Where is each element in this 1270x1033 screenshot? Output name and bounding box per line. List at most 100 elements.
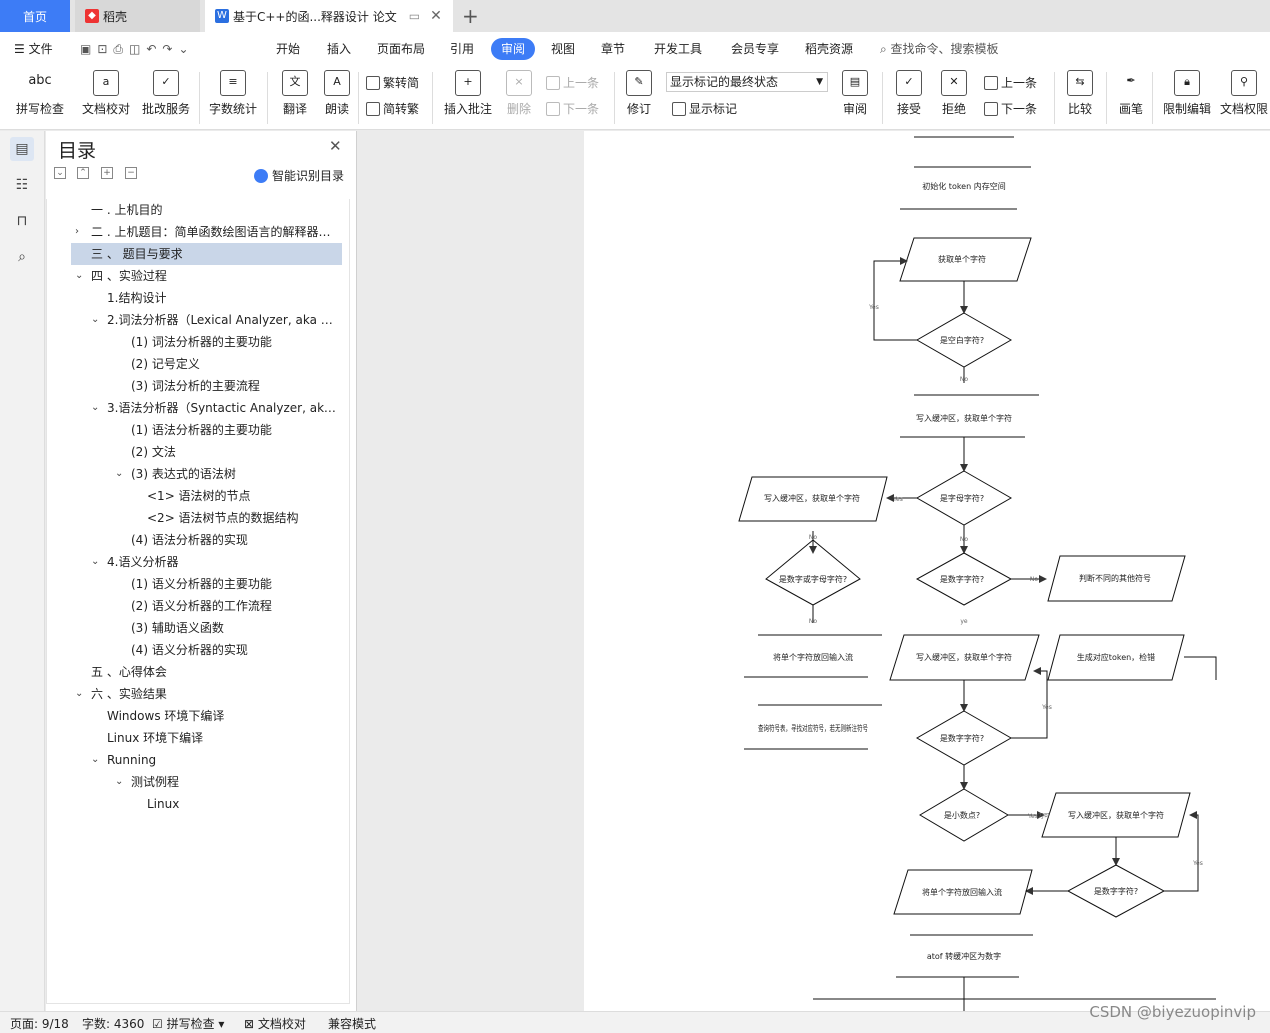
toc-item[interactable]: 2.词法分析器（Lexical Analyzer, aka Scanner） — [107, 309, 339, 331]
close-icon[interactable]: ✕ — [329, 137, 342, 155]
compare-button[interactable]: ⇆ 比较 — [1060, 70, 1100, 117]
word-count-button[interactable]: ≡ 字数统计 — [205, 70, 261, 117]
toc-item[interactable]: (3) 词法分析的主要流程 — [131, 375, 339, 397]
menu-member[interactable]: 会员专享 — [731, 32, 779, 66]
close-tab-icon[interactable]: ✕ — [430, 8, 442, 24]
batch-service-button[interactable]: ✓ 批改服务 — [138, 70, 194, 117]
spell-check-status[interactable]: ☑ 拼写检查 ▾ — [152, 1015, 224, 1032]
toc-item[interactable]: Linux — [147, 793, 339, 815]
chevron-down-icon[interactable]: ⌄ — [75, 270, 83, 281]
toc-item[interactable]: (1) 词法分析器的主要功能 — [131, 331, 339, 353]
toc-item[interactable]: (3) 表达式的语法树 — [131, 463, 339, 485]
review-pane-button[interactable]: ▤ 审阅 — [838, 70, 872, 117]
prev-comment-button[interactable]: 上一条 — [546, 74, 599, 91]
menu-review[interactable]: 审阅 — [491, 38, 536, 60]
menu-devtools[interactable]: 开发工具 — [654, 32, 702, 66]
menu-resources[interactable]: 稻壳资源 — [805, 32, 853, 66]
bookmark-icon[interactable]: ⊓ — [10, 209, 34, 233]
toc-item[interactable]: Running — [107, 749, 339, 771]
toc-item[interactable]: (4) 语义分析器的实现 — [131, 639, 339, 661]
toc-item[interactable]: 测试例程 — [131, 771, 339, 793]
restrict-edit-button[interactable]: 🔒︎ 限制编辑 — [1160, 70, 1214, 117]
proofread-button[interactable]: a 文档校对 — [78, 70, 134, 117]
toc-icon[interactable]: ▤ — [10, 137, 34, 161]
next-comment-button[interactable]: 下一条 — [546, 100, 599, 117]
toc-item[interactable]: 二 . 上机题目：简单函数绘图语言的解释器设计 — [91, 221, 339, 243]
tab-home[interactable]: 首页 — [0, 0, 70, 32]
toc-item[interactable]: 五 、心得体会 — [91, 661, 339, 683]
add-item-icon[interactable]: + — [101, 167, 113, 179]
menu-references[interactable]: 引用 — [450, 32, 474, 66]
monitor-icon[interactable]: ▭ — [409, 9, 420, 23]
prev-change-button[interactable]: 上一条 — [984, 74, 1037, 91]
doc-permission-button[interactable]: ⚲ 文档权限 — [1218, 70, 1270, 117]
menu-start[interactable]: 开始 — [276, 32, 300, 66]
file-menu[interactable]: ☰ 文件 — [14, 32, 53, 66]
chevron-down-icon[interactable]: ⌄ — [115, 468, 123, 479]
tab-daoke[interactable]: ◆ 稻壳 — [75, 0, 200, 32]
preview-icon[interactable]: ◫ — [129, 42, 146, 56]
remove-item-icon[interactable]: − — [125, 167, 137, 179]
more-icon[interactable]: ⌄ — [178, 42, 194, 56]
search-icon[interactable]: ⌕ — [10, 245, 34, 269]
chapter-nav-icon[interactable]: ☷ — [10, 173, 34, 197]
toc-item[interactable]: <1> 语法树的节点 — [147, 485, 339, 507]
accept-button[interactable]: ✓ 接受 — [890, 70, 928, 117]
spell-check-button[interactable]: abc 拼写检查 — [10, 70, 70, 117]
command-search[interactable]: ⌕ 查找命令、搜索模板 — [880, 32, 999, 66]
toc-item[interactable]: (4) 语法分析器的实现 — [131, 529, 339, 551]
menu-view[interactable]: 视图 — [551, 32, 575, 66]
toc-item[interactable]: 1.结构设计 — [107, 287, 339, 309]
toc-item[interactable]: (2) 文法 — [131, 441, 339, 463]
toc-item[interactable]: (1) 语法分析器的主要功能 — [131, 419, 339, 441]
chevron-down-icon[interactable]: ⌄ — [75, 688, 83, 699]
page-indicator[interactable]: 页面: 9/18 — [10, 1015, 69, 1032]
menu-layout[interactable]: 页面布局 — [377, 32, 425, 66]
chevron-right-icon[interactable]: › — [75, 226, 79, 237]
toc-item[interactable]: <2> 语法树节点的数据结构 — [147, 507, 339, 529]
toc-item[interactable]: 3.语法分析器（Syntactic Analyzer, aka Parser） — [107, 397, 339, 419]
insert-comment-button[interactable]: + 插入批注 — [440, 70, 496, 117]
markup-state-select[interactable]: 显示标记的最终状态 ▼ — [666, 72, 828, 92]
translate-button[interactable]: 文翻译 — [275, 70, 315, 117]
smart-toc-link[interactable]: 智能识别目录 — [254, 167, 344, 184]
toc-item[interactable]: (2) 语义分析器的工作流程 — [131, 595, 339, 617]
toc-item[interactable]: 四 、实验过程 — [91, 265, 339, 287]
print-icon[interactable]: ⎙ — [113, 42, 129, 56]
menu-chapter[interactable]: 章节 — [601, 32, 625, 66]
toc-item[interactable]: 三 、 题目与要求 — [71, 243, 342, 265]
redo-icon[interactable]: ↷ — [162, 42, 178, 56]
next-change-button[interactable]: 下一条 — [984, 100, 1037, 117]
chevron-down-icon[interactable]: ⌄ — [91, 754, 99, 765]
proofread-status[interactable]: ⊠ 文档校对 — [244, 1015, 306, 1032]
toc-item[interactable]: 4.语义分析器 — [107, 551, 339, 573]
chevron-down-icon[interactable]: ⌄ — [91, 314, 99, 325]
toc-item[interactable]: (3) 辅助语义函数 — [131, 617, 339, 639]
simp-to-trad-button[interactable]: 简转繁 — [366, 100, 419, 117]
toc-item[interactable]: 六 、实验结果 — [91, 683, 339, 705]
expand-up-icon[interactable]: ⌃ — [77, 167, 89, 179]
trad-to-simp-button[interactable]: 繁转简 — [366, 74, 419, 91]
reject-button[interactable]: ✕ 拒绝 — [935, 70, 973, 117]
menu-insert[interactable]: 插入 — [327, 32, 351, 66]
toc-item[interactable]: Linux 环境下编译 — [107, 727, 339, 749]
toc-item[interactable]: (1) 语义分析器的主要功能 — [131, 573, 339, 595]
pen-button[interactable]: ✒ 画笔 — [1114, 70, 1148, 117]
export-icon[interactable]: ⊡ — [97, 42, 113, 56]
show-markup-button[interactable]: 显示标记 — [672, 100, 737, 117]
read-aloud-button[interactable]: A 朗读 — [320, 70, 354, 117]
new-tab-icon[interactable]: + — [462, 4, 479, 28]
track-changes-button[interactable]: ✎ 修订 — [620, 70, 658, 117]
tab-document[interactable]: W 基于C++的函...释器设计 论文 ▭ ✕ — [205, 0, 453, 32]
chevron-down-icon[interactable]: ⌄ — [115, 776, 123, 787]
quick-access-toolbar[interactable]: ▣⊡⎙◫↶↷⌄ — [80, 32, 195, 66]
toc-item[interactable]: 一 . 上机目的 — [91, 199, 339, 221]
word-count[interactable]: 字数: 4360 — [82, 1015, 144, 1032]
save-icon[interactable]: ▣ — [80, 42, 97, 56]
collapse-all-icon[interactable]: ⌄ — [54, 167, 66, 179]
chevron-down-icon[interactable]: ⌄ — [91, 556, 99, 567]
toc-item[interactable]: Windows 环境下编译 — [107, 705, 339, 727]
toc-item[interactable]: (2) 记号定义 — [131, 353, 339, 375]
chevron-down-icon[interactable]: ⌄ — [91, 402, 99, 413]
delete-comment-button[interactable]: × 删除 — [500, 70, 538, 117]
